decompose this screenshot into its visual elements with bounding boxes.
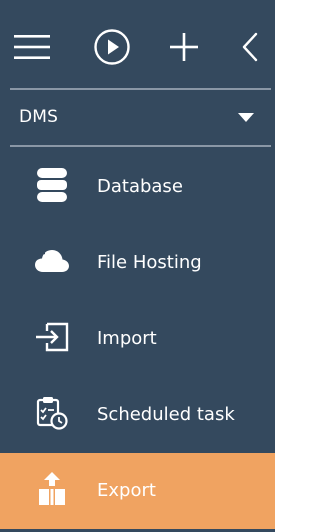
database-icon — [34, 167, 70, 203]
sidebar-item-scheduled-task[interactable]: Scheduled task — [0, 377, 275, 453]
caret-down-icon — [238, 113, 254, 122]
workspace-dropdown[interactable]: DMS — [0, 90, 275, 145]
menu-button[interactable] — [8, 25, 56, 69]
chevron-left-icon — [242, 32, 258, 62]
add-button[interactable] — [160, 25, 208, 69]
sidebar-menu: Database File Hosting Import Scheduled t… — [0, 149, 275, 529]
hamburger-menu-icon — [14, 35, 50, 59]
sidebar-item-label: File Hosting — [97, 252, 202, 273]
sidebar-toolbar — [0, 0, 275, 87]
play-circle-icon — [94, 29, 130, 65]
divider — [10, 145, 271, 147]
sidebar-item-database[interactable]: Database — [0, 149, 275, 225]
sidebar-item-label: Export — [97, 480, 156, 501]
import-icon — [34, 319, 70, 355]
sidebar-item-file-hosting[interactable]: File Hosting — [0, 225, 275, 301]
cloud-icon — [34, 243, 70, 279]
export-icon — [34, 471, 70, 507]
sidebar-item-label: Database — [97, 176, 183, 197]
sidebar-item-export[interactable]: Export — [0, 453, 275, 529]
collapse-sidebar-button[interactable] — [226, 25, 274, 69]
sidebar-item-import[interactable]: Import — [0, 301, 275, 377]
sidebar-item-label: Scheduled task — [97, 404, 235, 425]
plus-icon — [170, 33, 198, 61]
workspace-dropdown-value: DMS — [19, 107, 59, 127]
sidebar-item-label: Import — [97, 328, 157, 349]
sidebar-panel: DMS Database File Hosting Import Schedul… — [0, 0, 275, 532]
play-button[interactable] — [88, 25, 136, 69]
scheduled-task-icon — [34, 395, 70, 431]
